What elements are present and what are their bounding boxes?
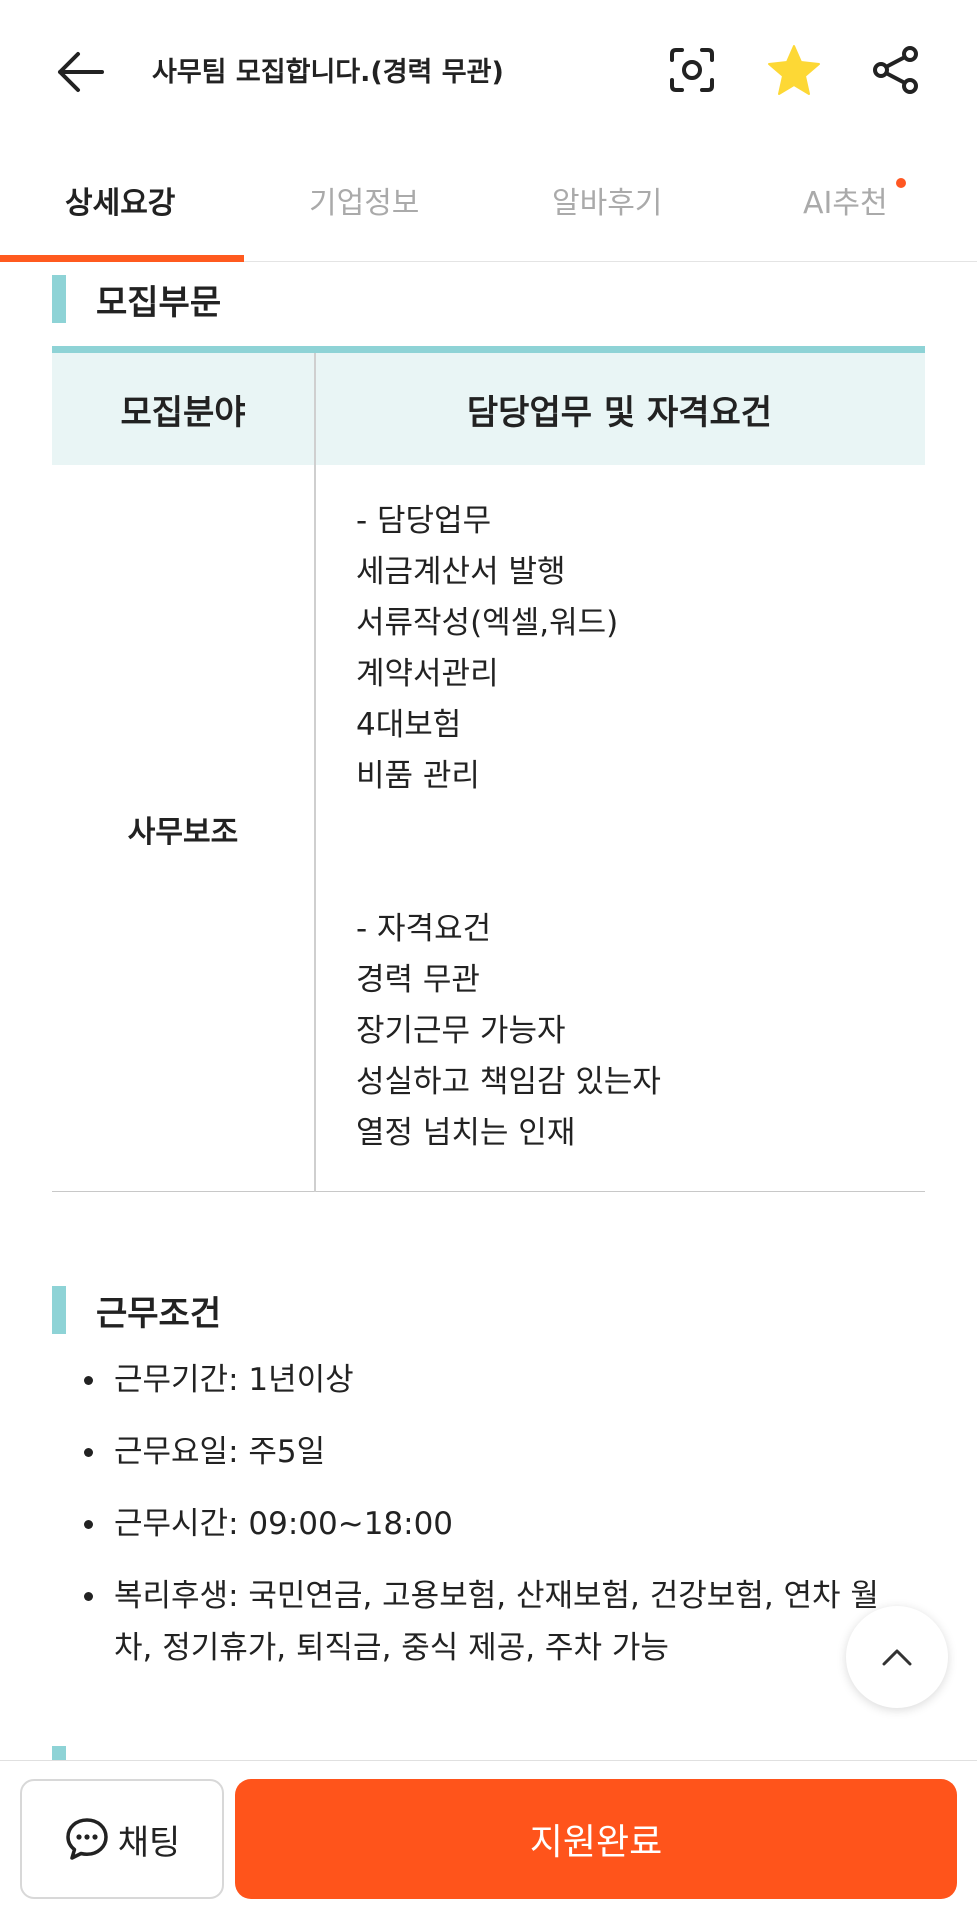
- page-title: 사무팀 모집합니다.(경력 무관): [152, 57, 504, 88]
- section-accent-bar: [52, 275, 66, 323]
- duty-line: 비품 관리: [356, 758, 480, 794]
- section-title: 근무조건: [96, 1293, 222, 1334]
- section-accent-bar: [52, 1286, 66, 1334]
- duty-line: - 담당업무: [356, 503, 492, 539]
- duty-line: 세금계산서 발행: [356, 554, 566, 590]
- scan-button[interactable]: [662, 40, 722, 100]
- section-accent-bar: [52, 1746, 66, 1760]
- column-divider: [314, 353, 316, 1192]
- tab-company-info[interactable]: 기업정보: [309, 178, 419, 222]
- tab-reviews[interactable]: 알바후기: [552, 178, 662, 222]
- chat-bubble-icon: [65, 1818, 108, 1860]
- tab-ai-recommend[interactable]: AI추천: [803, 178, 888, 222]
- apply-complete-button[interactable]: 지원완료: [235, 1779, 957, 1899]
- header-bar: 사무팀 모집합니다.(경력 무관): [0, 0, 977, 140]
- star-icon: [768, 45, 820, 95]
- duty-line: 서류작성(엑셀,워드): [356, 605, 619, 641]
- new-badge-dot: [896, 178, 906, 188]
- back-button[interactable]: [50, 42, 110, 102]
- active-tab-indicator: [0, 255, 244, 262]
- table-header-field: 모집분야: [120, 392, 246, 433]
- share-icon: [873, 46, 918, 94]
- table-cell-field: 사무보조: [127, 814, 239, 850]
- scroll-top-button[interactable]: [846, 1606, 948, 1708]
- duty-line: 열정 넘치는 인재: [356, 1115, 576, 1151]
- share-button[interactable]: [866, 40, 926, 100]
- section-heading-conditions: 근무조건: [52, 1286, 221, 1334]
- list-item: 근무기간: 1년이상: [80, 1354, 900, 1406]
- duty-line: 장기근무 가능자: [356, 1013, 566, 1049]
- conditions-list: 근무기간: 1년이상 근무요일: 주5일 근무시간: 09:00~18:00 복…: [80, 1354, 900, 1694]
- table-header: 모집분야 담당업무 및 자격요건: [52, 353, 925, 465]
- tab-bar: 상세요강 기업정보 알바후기 AI추천: [0, 140, 977, 262]
- duty-line: - 자격요건: [356, 911, 492, 947]
- duty-line: [356, 802, 916, 853]
- table-cell-duty: - 담당업무 세금계산서 발행 서류작성(엑셀,워드) 계약서관리 4대보험 비…: [356, 496, 916, 1159]
- list-item: 근무요일: 주5일: [80, 1426, 900, 1478]
- favorite-button[interactable]: [764, 40, 824, 100]
- duty-line: [356, 853, 916, 904]
- table-header-duty: 담당업무 및 자격요건: [466, 392, 773, 433]
- recruit-table: 모집분야 담당업무 및 자격요건 사무보조 - 담당업무 세금계산서 발행 서류…: [52, 346, 925, 1192]
- tab-detail[interactable]: 상세요강: [65, 178, 175, 222]
- duty-line: 경력 무관: [356, 962, 480, 998]
- section-heading-recruit: 모집부문: [52, 275, 221, 323]
- arrow-left-icon: [58, 52, 104, 92]
- list-item: 근무시간: 09:00~18:00: [80, 1498, 900, 1550]
- duty-line: 4대보험: [356, 707, 462, 743]
- next-section-heading: [52, 1746, 252, 1760]
- scan-icon: [670, 48, 714, 92]
- chat-button[interactable]: 채팅: [20, 1779, 224, 1899]
- section-title: 모집부문: [96, 282, 222, 323]
- list-item: 복리후생: 국민연금, 고용보험, 산재보험, 건강보험, 연차 월차, 정기휴…: [80, 1570, 900, 1674]
- bottom-action-bar: 채팅 지원완료: [0, 1760, 977, 1920]
- duty-line: 성실하고 책임감 있는자: [356, 1064, 661, 1100]
- chevron-up-icon: [882, 1649, 912, 1666]
- apply-button-label: 지원완료: [529, 1822, 663, 1863]
- chat-button-label: 채팅: [117, 1822, 181, 1863]
- duty-line: 계약서관리: [356, 656, 499, 692]
